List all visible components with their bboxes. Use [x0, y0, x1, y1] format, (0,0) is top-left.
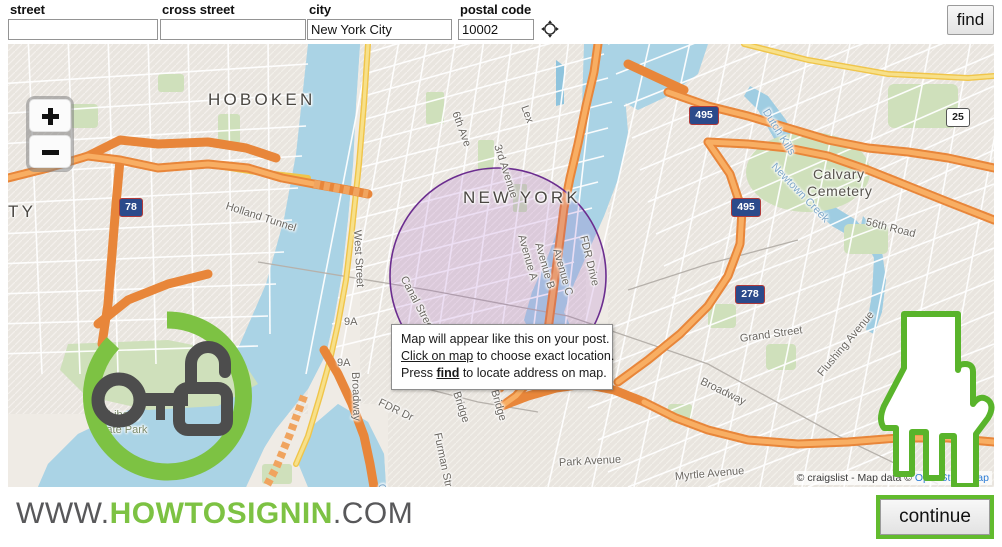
highway-shield: 78: [119, 198, 143, 217]
highway-shield: 25: [946, 108, 970, 127]
field-group-city: city: [307, 3, 452, 40]
tooltip-line-2-rest: to choose exact location.: [473, 349, 615, 363]
address-form-bar: street cross street city postal code fin…: [0, 0, 1002, 44]
street-input[interactable]: [8, 19, 158, 40]
field-group-street: street: [8, 3, 158, 40]
map-canvas[interactable]: HOBOKEN NEW YORK TY Calvary Cemetery Liberty S…: [8, 44, 994, 487]
shield-label: 278: [735, 285, 765, 304]
street-label: street: [10, 2, 45, 17]
field-group-cross-street: cross street: [160, 3, 306, 40]
cross-street-input[interactable]: [160, 19, 306, 40]
tooltip-line-1: Map will appear like this on your post.: [401, 332, 610, 346]
continue-button-highlight: continue: [876, 495, 994, 539]
find-keyword: find: [436, 366, 460, 380]
zoom-out-button[interactable]: [29, 135, 71, 168]
city-input[interactable]: [307, 19, 452, 40]
postal-code-label: postal code: [460, 2, 532, 17]
click-on-map-link[interactable]: Click on map: [401, 349, 473, 363]
page-root: street cross street city postal code fin…: [0, 0, 1002, 547]
shield-label: 78: [119, 198, 143, 217]
map-zoom-control[interactable]: [26, 96, 74, 172]
map-base-graphics: [8, 44, 994, 487]
tooltip-line-3: Press find to locate address on map.: [401, 365, 607, 382]
attribution-text: © craigslist - Map data ©: [796, 472, 915, 484]
watermark-prefix: WWW.: [16, 497, 110, 530]
plus-icon-vertical: [48, 108, 53, 125]
map-instruction-tooltip: Map will appear like this on your post. …: [391, 324, 614, 390]
openstreetmap-link[interactable]: OpenStreetMap: [915, 472, 989, 484]
cross-street-label: cross street: [162, 2, 235, 17]
footer-bar: WWW.HOWTOSIGNIN.COM continue: [0, 487, 1002, 547]
watermark-suffix: .COM: [332, 497, 414, 530]
minus-icon: [42, 150, 59, 155]
zoom-in-button[interactable]: [29, 99, 71, 132]
continue-button[interactable]: continue: [880, 499, 990, 535]
shield-label: 495: [689, 106, 719, 125]
crosshair-locate-icon[interactable]: [540, 19, 560, 39]
watermark-brand: HOWTOSIGNIN: [109, 497, 333, 530]
highway-shield: 278: [735, 285, 765, 304]
shield-label: 25: [946, 108, 970, 127]
field-group-postal-code: postal code: [458, 3, 534, 40]
map-attribution: © craigslist - Map data © OpenStreetMap: [793, 471, 992, 485]
tooltip-line-2: Click on map to choose exact location.: [401, 348, 614, 365]
tooltip-line-3-rest: to locate address on map.: [459, 366, 607, 380]
site-watermark: WWW.HOWTOSIGNIN.COM: [16, 497, 413, 531]
highway-shield: 495: [689, 106, 719, 125]
city-label: city: [309, 2, 332, 17]
find-button[interactable]: find: [947, 5, 994, 35]
shield-label: 495: [731, 198, 761, 217]
postal-code-input[interactable]: [458, 19, 534, 40]
highway-shield: 495: [731, 198, 761, 217]
tooltip-line-3-pre: Press: [401, 366, 437, 380]
